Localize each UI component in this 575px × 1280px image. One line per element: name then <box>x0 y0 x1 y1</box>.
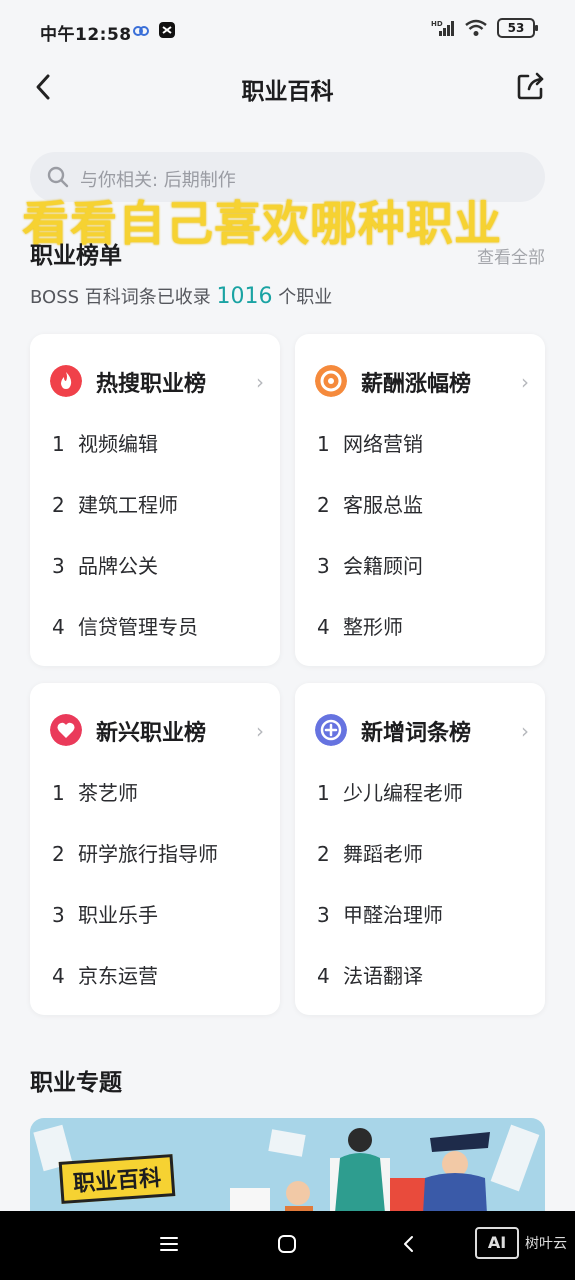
wifi-icon <box>465 19 487 36</box>
flame-icon <box>50 365 82 397</box>
card-header[interactable]: 新兴职业榜 › <box>50 713 264 747</box>
list-item[interactable]: 3 品牌公关 <box>52 550 158 579</box>
list-item[interactable]: 4 京东运营 <box>52 960 158 989</box>
list-item[interactable]: 2 舞蹈老师 <box>317 838 423 867</box>
ranking-card-hot-search[interactable]: 热搜职业榜 › 1 视频编辑 2 建筑工程师 3 品牌公关 4 信贷管理专员 <box>30 334 280 666</box>
profession-name: 视频编辑 <box>78 432 158 456</box>
back-nav-icon[interactable] <box>398 1233 420 1255</box>
ranking-card-salary-growth[interactable]: 薪酬涨幅榜 › 1 网络营销 2 客服总监 3 会籍顾问 4 整形师 <box>295 334 545 666</box>
rank-number: 4 <box>52 615 65 639</box>
profession-name: 信贷管理专员 <box>78 615 198 639</box>
coin-icon <box>315 365 347 397</box>
rank-number: 4 <box>317 964 330 988</box>
profession-name: 茶艺师 <box>78 781 138 805</box>
profession-name: 少儿编程老师 <box>343 781 463 805</box>
ranking-card-new-entries[interactable]: 新增词条榜 › 1 少儿编程老师 2 舞蹈老师 3 甲醛治理师 4 法语翻译 <box>295 683 545 1015</box>
rank-number: 3 <box>52 554 65 578</box>
rankings-section-title: 职业榜单 <box>30 243 122 269</box>
view-all-link[interactable]: 查看全部 <box>477 243 545 268</box>
rank-number: 3 <box>317 554 330 578</box>
rank-number: 2 <box>52 493 65 517</box>
topics-section-title: 职业专题 <box>30 1070 122 1096</box>
list-item[interactable]: 3 会籍顾问 <box>317 550 423 579</box>
profession-name: 法语翻译 <box>343 964 423 988</box>
home-icon[interactable] <box>276 1233 298 1255</box>
list-item[interactable]: 4 法语翻译 <box>317 960 423 989</box>
list-item[interactable]: 4 信贷管理专员 <box>52 611 198 640</box>
list-item[interactable]: 1 少儿编程老师 <box>317 777 463 806</box>
list-item[interactable]: 3 甲醛治理师 <box>317 899 443 928</box>
rankings-summary: BOSS 百科词条已收录 1016 个职业 <box>30 283 332 309</box>
status-bar: 中午12:58 HD 53 <box>0 0 575 62</box>
card-title: 新增词条榜 <box>361 721 472 746</box>
rank-number: 1 <box>317 432 330 456</box>
profession-name: 职业乐手 <box>78 903 158 927</box>
app-notification-icon <box>159 22 175 38</box>
heart-icon <box>50 714 82 746</box>
list-item[interactable]: 2 客服总监 <box>317 489 423 518</box>
ranking-card-emerging[interactable]: 新兴职业榜 › 1 茶艺师 2 研学旅行指导师 3 职业乐手 4 京东运营 <box>30 683 280 1015</box>
system-navigation-bar: AI 树叶云 <box>0 1211 575 1280</box>
page-title: 职业百科 <box>241 79 334 105</box>
rank-number: 2 <box>52 842 65 866</box>
summary-suffix: 个职业 <box>278 287 333 308</box>
profession-name: 建筑工程师 <box>78 493 178 517</box>
card-title: 新兴职业榜 <box>96 721 207 746</box>
watermark-text: 树叶云 <box>525 1236 567 1252</box>
card-header[interactable]: 热搜职业榜 › <box>50 364 264 398</box>
card-title: 热搜职业榜 <box>96 372 207 397</box>
rank-number: 4 <box>52 964 65 988</box>
list-item[interactable]: 2 研学旅行指导师 <box>52 838 218 867</box>
chevron-right-icon: › <box>521 719 529 743</box>
top-app-bar: 职业百科 <box>0 62 575 112</box>
summary-prefix: BOSS 百科词条已收录 <box>30 287 211 308</box>
status-time: 中午12:58 <box>40 25 132 45</box>
plus-icon <box>315 714 347 746</box>
battery-indicator: 53 <box>497 18 538 38</box>
profession-name: 客服总监 <box>343 493 423 517</box>
signal-icon: HD <box>431 20 454 36</box>
profession-count: 1016 <box>216 284 273 309</box>
list-item[interactable]: 3 职业乐手 <box>52 899 158 928</box>
rank-number: 1 <box>317 781 330 805</box>
profession-name: 京东运营 <box>78 964 158 988</box>
profession-name: 品牌公关 <box>78 554 158 578</box>
chevron-right-icon: › <box>256 719 264 743</box>
card-header[interactable]: 薪酬涨幅榜 › <box>315 364 529 398</box>
list-item[interactable]: 1 网络营销 <box>317 428 423 457</box>
chevron-right-icon: › <box>256 370 264 394</box>
status-indicators: HD 53 <box>431 18 538 38</box>
share-button[interactable] <box>515 70 547 102</box>
cloud-sync-icon <box>133 26 149 36</box>
watermark-logo: AI <box>475 1227 519 1259</box>
card-header[interactable]: 新增词条榜 › <box>315 713 529 747</box>
profession-name: 甲醛治理师 <box>343 903 443 927</box>
watermark: AI 树叶云 <box>475 1227 567 1259</box>
network-badge: HD <box>431 20 443 28</box>
rank-number: 1 <box>52 781 65 805</box>
list-item[interactable]: 1 茶艺师 <box>52 777 138 806</box>
card-title: 薪酬涨幅榜 <box>361 372 472 397</box>
profession-name: 舞蹈老师 <box>343 842 423 866</box>
profession-name: 研学旅行指导师 <box>78 842 218 866</box>
banner-tag: 职业百科 <box>58 1154 176 1204</box>
profession-name: 会籍顾问 <box>343 554 423 578</box>
rank-number: 1 <box>52 432 65 456</box>
list-item[interactable]: 4 整形师 <box>317 611 403 640</box>
chevron-right-icon: › <box>521 370 529 394</box>
rank-number: 3 <box>52 903 65 927</box>
profession-name: 网络营销 <box>343 432 423 456</box>
rank-number: 3 <box>317 903 330 927</box>
rank-number: 2 <box>317 842 330 866</box>
list-item[interactable]: 2 建筑工程师 <box>52 489 178 518</box>
rank-number: 2 <box>317 493 330 517</box>
menu-icon[interactable] <box>158 1233 180 1255</box>
list-item[interactable]: 1 视频编辑 <box>52 428 158 457</box>
rank-number: 4 <box>317 615 330 639</box>
profession-name: 整形师 <box>343 615 403 639</box>
